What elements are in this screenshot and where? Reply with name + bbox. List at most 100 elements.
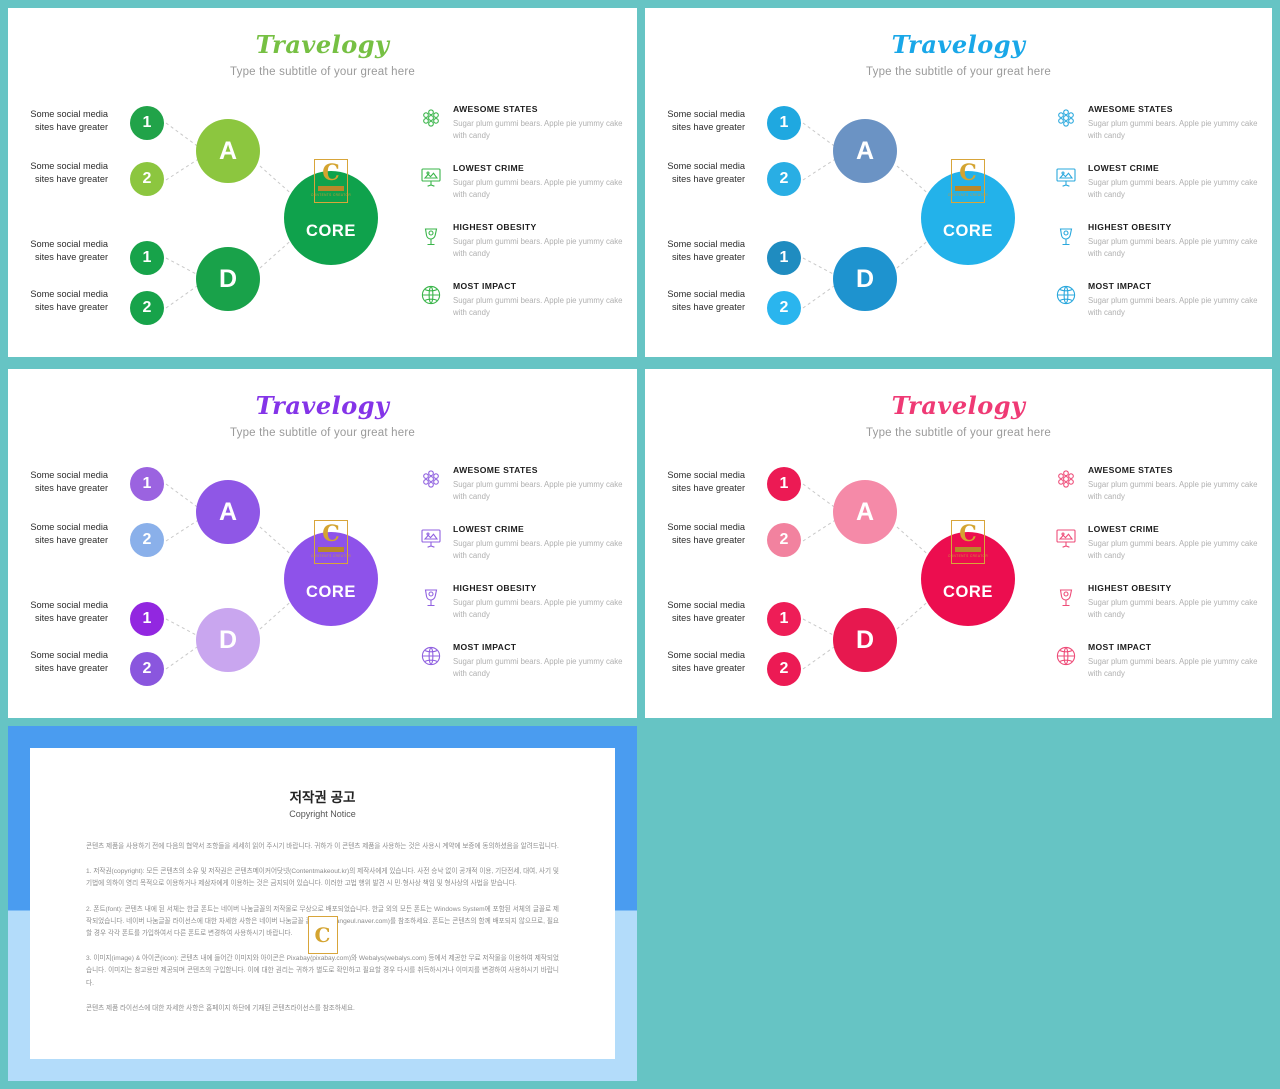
legend-item[interactable]: MOST IMPACT Sugar plum gummi bears. Appl… <box>1050 642 1262 694</box>
node-number[interactable]: 2 <box>130 523 164 557</box>
legend-item-desc: Sugar plum gummi bears. Apple pie yummy … <box>1088 657 1258 678</box>
mid-node-d[interactable]: D <box>196 247 260 311</box>
mid-node-d-label: D <box>855 264 875 293</box>
brand-logo-watermark: C CONTENTS CREATOR <box>311 520 351 564</box>
mid-node-d[interactable]: D <box>833 608 897 672</box>
globe-icon <box>1054 644 1078 668</box>
legend-item[interactable]: MOST IMPACT Sugar plum gummi bears. Appl… <box>1050 281 1262 333</box>
copyright-paragraph: 3. 이미지(image) & 아이콘(icon): 콘텐츠 내에 들어간 이미… <box>86 955 559 987</box>
core-node[interactable]: C CONTENTS CREATOR CORE <box>284 520 378 626</box>
copyright-paragraph: 1. 저작권(copyright): 모든 콘텐츠의 소유 및 저작권은 콘텐츠… <box>86 868 559 888</box>
node-label: Some social media sites have greater <box>30 109 108 133</box>
node-number[interactable]: 2 <box>130 291 164 325</box>
core-node-label: CORE <box>942 222 994 240</box>
slide-pink[interactable]: Travelogy Type the subtitle of your grea… <box>645 369 1272 718</box>
node-number[interactable]: 1 <box>767 602 801 636</box>
mid-node-a-label: A <box>218 497 238 526</box>
legend-item[interactable]: AWESOME STATES Sugar plum gummi bears. A… <box>415 104 627 156</box>
logo-letter: C <box>959 521 977 547</box>
legend-item[interactable]: LOWEST CRIME Sugar plum gummi bears. App… <box>1050 163 1262 215</box>
node-label: Some social media sites have greater <box>30 600 108 624</box>
core-node[interactable]: C CONTENTS CREATOR CORE <box>921 159 1015 265</box>
legend-list: AWESOME STATES Sugar plum gummi bears. A… <box>415 465 627 701</box>
slide-board: Travelogy Type the subtitle of your grea… <box>0 0 1280 1089</box>
legend-item[interactable]: MOST IMPACT Sugar plum gummi bears. Appl… <box>415 281 627 333</box>
node-number[interactable]: 1 <box>767 241 801 275</box>
brand-logo-watermark: C CONTENTS CREATOR <box>310 159 352 203</box>
page-title: Travelogy <box>255 30 390 59</box>
node-number[interactable]: 1 <box>130 467 164 501</box>
core-node-label: CORE <box>305 222 357 240</box>
node-number[interactable]: 2 <box>767 291 801 325</box>
mid-node-a[interactable]: A <box>196 480 260 544</box>
legend-item[interactable]: AWESOME STATES Sugar plum gummi bears. A… <box>1050 465 1262 517</box>
legend-item[interactable]: AWESOME STATES Sugar plum gummi bears. A… <box>1050 104 1262 156</box>
legend-item[interactable]: LOWEST CRIME Sugar plum gummi bears. App… <box>415 163 627 215</box>
globe-icon <box>1054 283 1078 307</box>
mid-node-d[interactable]: D <box>196 608 260 672</box>
node-number[interactable]: 2 <box>130 652 164 686</box>
logo-letter: C <box>314 923 331 947</box>
network-diagram: Some social media sites have greater 1 S… <box>8 86 408 336</box>
mid-node-d[interactable]: D <box>833 247 897 311</box>
core-node[interactable]: C CONTENTS CREATOR CORE <box>284 159 378 265</box>
node-label: Some social media sites have greater <box>30 161 108 185</box>
mid-node-a[interactable]: A <box>833 119 897 183</box>
node-label: Some social media sites have greater <box>667 289 745 313</box>
slide-blue[interactable]: Travelogy Type the subtitle of your grea… <box>645 8 1272 357</box>
copyright-document: 저작권 공고 Copyright Notice 콘텐츠 제품을 사용하기 전에 … <box>30 748 615 1059</box>
node-number[interactable]: 2 <box>130 162 164 196</box>
node-number[interactable]: 1 <box>130 241 164 275</box>
node-label: Some social media sites have greater <box>30 470 108 494</box>
node-number[interactable]: 2 <box>767 162 801 196</box>
presentation-icon <box>1054 526 1078 550</box>
node-number[interactable]: 1 <box>767 467 801 501</box>
legend-item[interactable]: MOST IMPACT Sugar plum gummi bears. Appl… <box>415 642 627 694</box>
page-subtitle: Type the subtitle of your great here <box>866 427 1051 439</box>
legend-item[interactable]: HIGHEST OBESITY Sugar plum gummi bears. … <box>1050 222 1262 274</box>
legend-item[interactable]: HIGHEST OBESITY Sugar plum gummi bears. … <box>1050 583 1262 635</box>
mid-node-a[interactable]: A <box>196 119 260 183</box>
brand-logo-watermark: C CONTENTS CREATOR <box>948 520 988 564</box>
node-number-text: 2 <box>142 660 152 677</box>
node-number-text: 1 <box>779 249 789 266</box>
node-number-text: 2 <box>779 170 789 187</box>
legend-item-desc: Sugar plum gummi bears. Apple pie yummy … <box>1088 237 1258 258</box>
node-number[interactable]: 1 <box>130 602 164 636</box>
node-number[interactable]: 1 <box>130 106 164 140</box>
node-number-text: 2 <box>779 531 789 548</box>
copyright-title: 저작권 공고 <box>289 790 356 805</box>
logo-letter: C <box>959 160 977 186</box>
slide-purple[interactable]: Travelogy Type the subtitle of your grea… <box>8 369 637 718</box>
lamp-icon <box>1054 585 1078 609</box>
node-number-text: 2 <box>779 299 789 316</box>
legend-item[interactable]: AWESOME STATES Sugar plum gummi bears. A… <box>415 465 627 517</box>
logo-subtext: CONTENTS CREATOR <box>310 192 352 197</box>
mid-node-a[interactable]: A <box>833 480 897 544</box>
legend-item-title: AWESOME STATES <box>1088 465 1173 475</box>
legend-list: AWESOME STATES Sugar plum gummi bears. A… <box>415 104 627 340</box>
page-subtitle: Type the subtitle of your great here <box>230 66 415 78</box>
slide-green[interactable]: Travelogy Type the subtitle of your grea… <box>8 8 637 357</box>
copyright-notice-panel[interactable]: 저작권 공고 Copyright Notice 콘텐츠 제품을 사용하기 전에 … <box>8 726 637 1081</box>
legend-item-desc: Sugar plum gummi bears. Apple pie yummy … <box>1088 119 1258 140</box>
node-number[interactable]: 1 <box>767 106 801 140</box>
mid-node-a-label: A <box>218 136 238 165</box>
core-node[interactable]: C CONTENTS CREATOR CORE <box>921 520 1015 626</box>
atom-icon <box>419 467 443 491</box>
legend-item[interactable]: LOWEST CRIME Sugar plum gummi bears. App… <box>1050 524 1262 576</box>
node-number-text: 2 <box>779 660 789 677</box>
legend-item[interactable]: LOWEST CRIME Sugar plum gummi bears. App… <box>415 524 627 576</box>
page-subtitle: Type the subtitle of your great here <box>230 427 415 439</box>
legend-item-title: AWESOME STATES <box>453 104 538 114</box>
node-number[interactable]: 2 <box>767 652 801 686</box>
node-label: Some social media sites have greater <box>667 109 745 133</box>
legend-item[interactable]: HIGHEST OBESITY Sugar plum gummi bears. … <box>415 222 627 274</box>
legend-item[interactable]: HIGHEST OBESITY Sugar plum gummi bears. … <box>415 583 627 635</box>
node-label: Some social media sites have greater <box>30 239 108 263</box>
logo-bar <box>955 186 981 191</box>
page-subtitle: Type the subtitle of your great here <box>866 66 1051 78</box>
logo-letter: C <box>322 160 340 186</box>
node-number[interactable]: 2 <box>767 523 801 557</box>
mid-node-d-label: D <box>218 625 238 654</box>
